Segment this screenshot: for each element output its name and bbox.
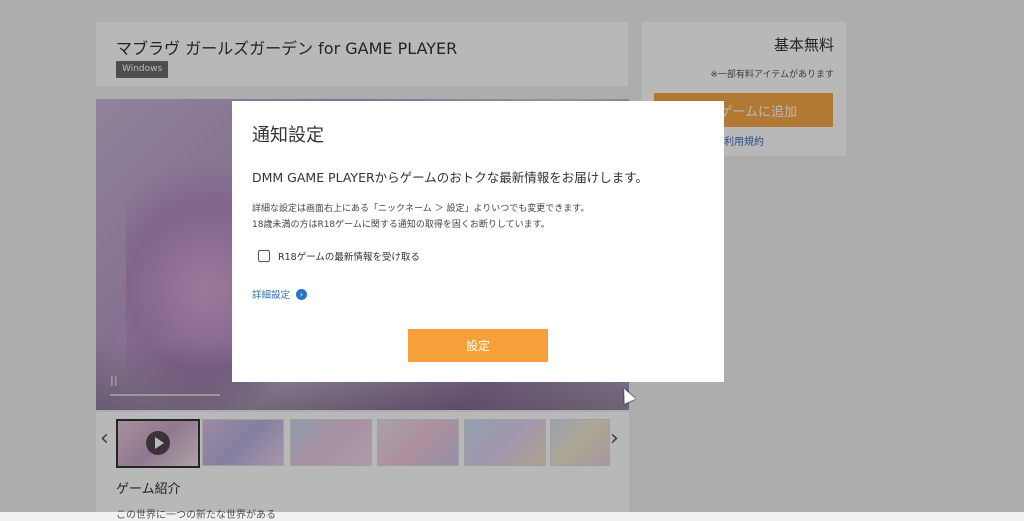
r18-checkbox-label[interactable]: R18ゲームの最新情報を受け取る (278, 249, 420, 263)
dialog-title: 通知設定 (252, 125, 324, 146)
detail-settings-label[interactable]: 詳細設定 (252, 287, 290, 301)
r18-checkbox-row[interactable]: R18ゲームの最新情報を受け取る (258, 249, 420, 263)
dialog-lead: DMM GAME PLAYERからゲームのおトクな最新情報をお届けします。 (252, 170, 649, 185)
save-settings-button[interactable]: 設定 (408, 329, 548, 362)
page: マブラヴ ガールズガーデン for GAME PLAYER Windows II… (0, 0, 1024, 521)
dialog-note: 18歳未満の方はR18ゲームに関する通知の取得を固くお断りしています。 (252, 220, 550, 230)
dialog-note: 詳細な設定は画面右上にある「ニックネーム ＞ 設定」よりいつでも変更できます。 (252, 204, 590, 214)
chevron-right-circle-icon[interactable]: › (296, 288, 308, 300)
r18-checkbox[interactable] (258, 250, 270, 262)
notification-settings-dialog: 通知設定 DMM GAME PLAYERからゲームのおトクな最新情報をお届けしま… (232, 101, 724, 382)
detail-settings-link[interactable]: 詳細設定 › (252, 287, 308, 301)
